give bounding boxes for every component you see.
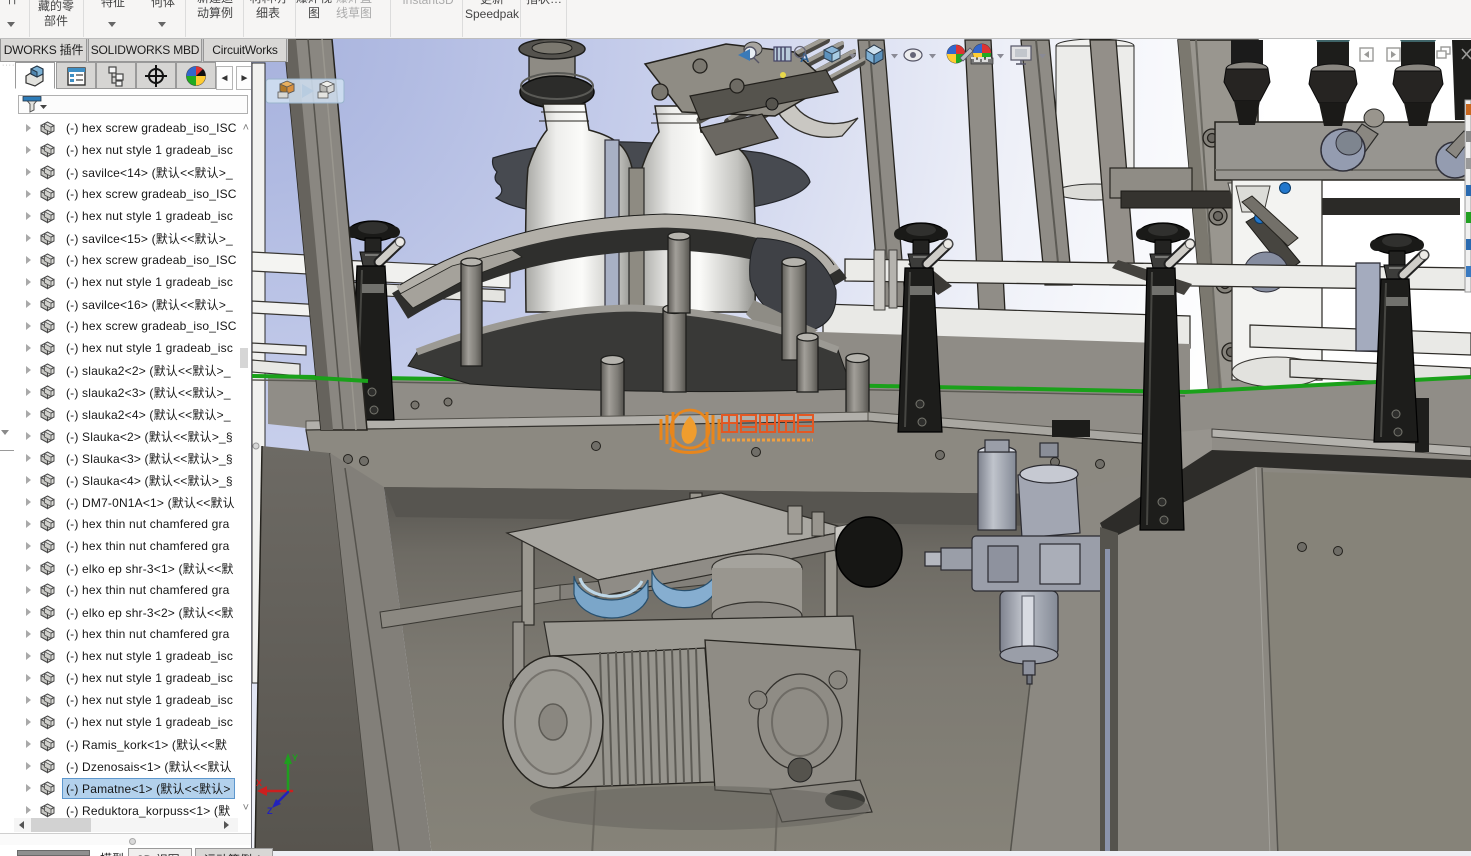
svg-text:Y: Y <box>292 753 298 763</box>
svg-text:X: X <box>256 778 262 788</box>
svg-text:Z: Z <box>267 806 273 816</box>
